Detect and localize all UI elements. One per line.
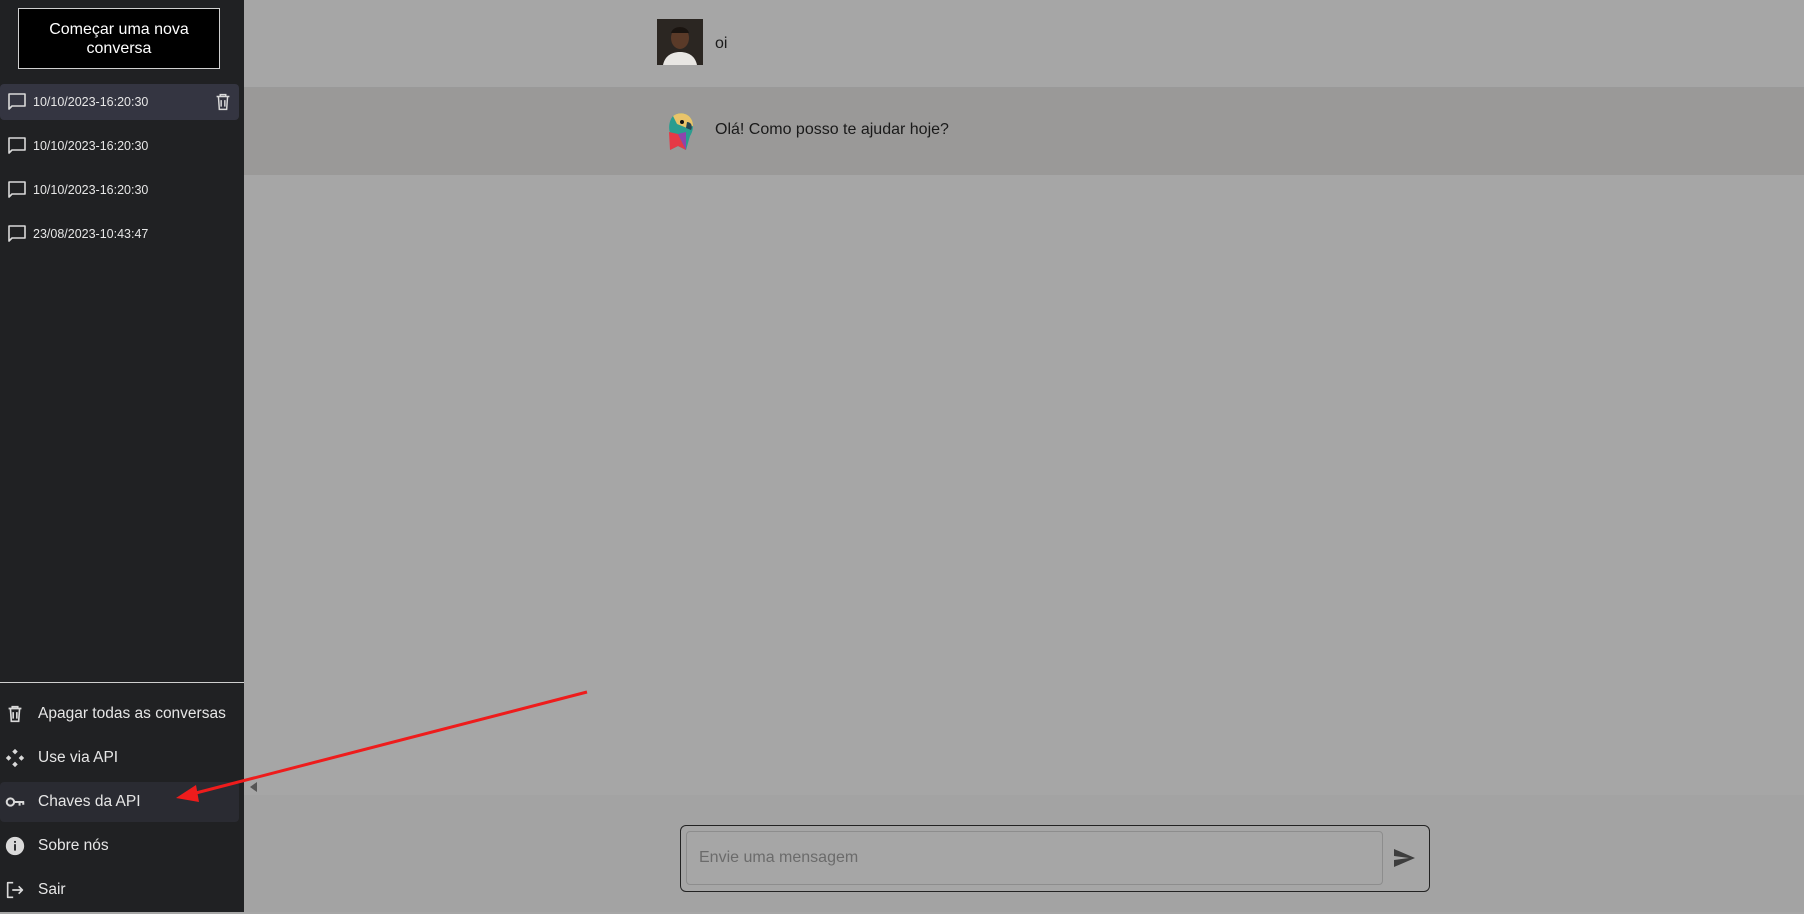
conversation-label: 10/10/2023-16:20:30 [33,139,149,153]
user-message-row: oi [244,0,1804,88]
message-text: oi [715,35,728,52]
chat-bubble-icon [8,137,26,154]
user-avatar [657,19,703,65]
trash-icon[interactable] [212,91,234,113]
sidebar-divider [0,682,244,683]
collapse-arrow-icon[interactable] [250,782,257,792]
logout-button[interactable]: Sair [0,870,239,910]
clear-all-conversations-button[interactable]: Apagar todas as conversas [0,694,239,734]
conversation-label: 10/10/2023-16:20:30 [33,95,149,109]
message-input[interactable] [686,831,1383,885]
chat-bubble-icon [8,181,26,198]
info-icon [5,836,25,856]
new-chat-button[interactable]: Começar uma nova conversa [18,8,220,69]
sidebar-menu: Apagar todas as conversas Use via API Ch… [0,694,244,914]
menu-label: Use via API [38,749,119,766]
conversation-list: 10/10/2023-16:20:30 10/10/2023-16:20:30 … [0,84,244,260]
send-icon[interactable] [1391,846,1417,870]
chat-bubble-icon [8,93,26,110]
sidebar: Começar uma nova conversa 10/10/2023-16:… [0,0,244,912]
conversation-item[interactable]: 10/10/2023-16:20:30 [0,172,239,208]
chat-main: oi Olá! Como posso te ajudar hoje? [244,0,1804,912]
message-text: Olá! Como posso te ajudar hoje? [715,121,949,138]
parrot-logo-icon [669,113,693,150]
menu-label: Chaves da API [38,793,141,810]
menu-label: Sair [38,881,66,898]
conversation-item[interactable]: 10/10/2023-16:20:30 [0,84,239,120]
menu-label: Sobre nós [38,837,109,854]
conversation-label: 23/08/2023-10:43:47 [33,227,149,241]
menu-label: Apagar todas as conversas [38,705,226,722]
api-keys-button[interactable]: Chaves da API [0,782,239,822]
conversation-item[interactable]: 10/10/2023-16:20:30 [0,128,239,164]
conversation-item[interactable]: 23/08/2023-10:43:47 [0,216,239,252]
trash-icon [8,705,22,723]
assistant-message-row: Olá! Como posso te ajudar hoje? [244,88,1804,175]
chat-bubble-icon [8,225,26,242]
key-icon [5,797,25,807]
conversation-label: 10/10/2023-16:20:30 [33,183,149,197]
api-icon [5,748,25,768]
use-api-button[interactable]: Use via API [0,738,239,778]
logout-icon [6,881,24,899]
about-button[interactable]: Sobre nós [0,826,239,866]
